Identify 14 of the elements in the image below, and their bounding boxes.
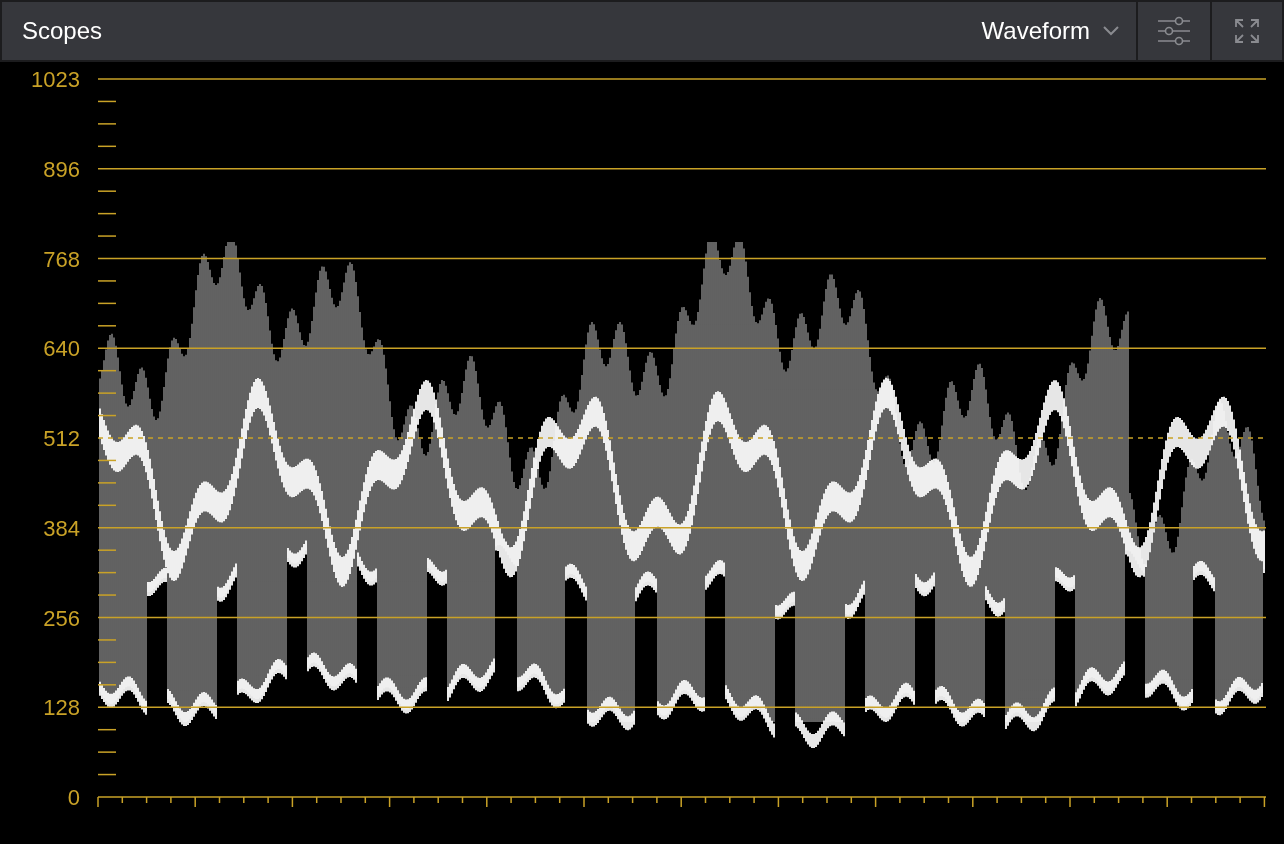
scope-mode-dropdown[interactable]: Waveform <box>965 2 1136 60</box>
scale-label: 0 <box>67 785 80 810</box>
scale-label: 256 <box>43 605 80 631</box>
scale-label: 768 <box>43 246 80 272</box>
scale-label: 384 <box>43 515 80 541</box>
panel-title: Scopes <box>21 16 104 46</box>
scale-label: 896 <box>43 156 80 182</box>
scale-label: 640 <box>43 336 80 362</box>
sliders-icon <box>1157 16 1191 46</box>
expand-icon <box>1234 18 1260 44</box>
scale-label: 1023 <box>31 67 80 92</box>
scale-label: 128 <box>43 695 80 721</box>
chevron-down-icon <box>1102 25 1120 37</box>
scale-label: 512 <box>43 426 80 451</box>
